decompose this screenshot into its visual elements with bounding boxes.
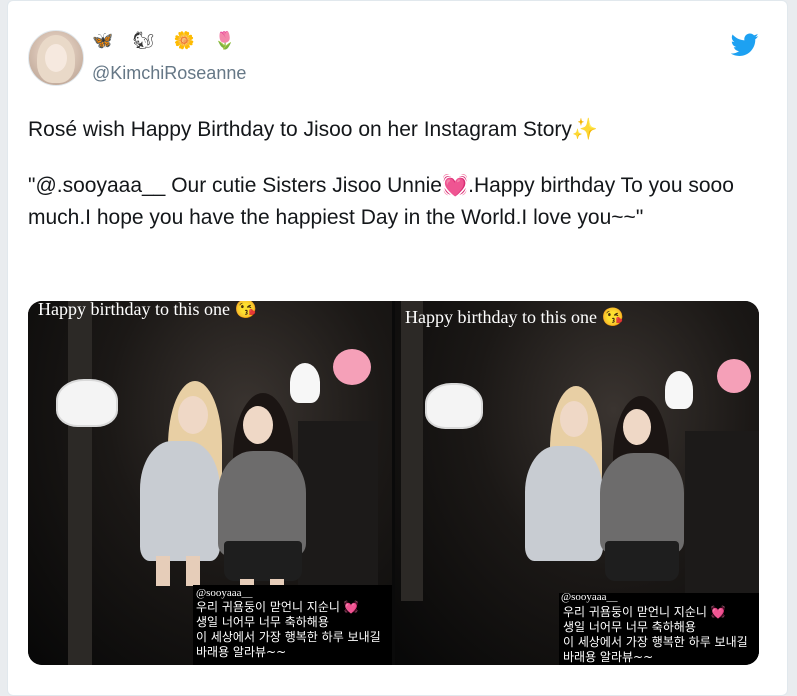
- equipment-case: [298, 421, 378, 601]
- tweet-line-1: Rosé wish Happy Birthday to Jisoo on her…: [28, 118, 599, 141]
- user-handle[interactable]: @KimchiRoseanne: [92, 63, 246, 84]
- tweet-media[interactable]: Happy birthday to this one 😘 @sooyaaa__ …: [28, 301, 759, 665]
- caption-line: 바래용 알라뷰~~: [563, 650, 654, 664]
- person-right-top: [600, 453, 684, 553]
- tweet-card: 🦋 🐿 🌼 🌷 @KimchiRoseanne Rosé wish Happy …: [7, 0, 788, 696]
- tweet-text: Rosé wish Happy Birthday to Jisoo on her…: [28, 114, 768, 258]
- person-left-leg: [156, 556, 170, 586]
- equipment-case: [685, 431, 759, 601]
- person-left-face: [560, 401, 588, 437]
- story-image-right[interactable]: Happy birthday to this one 😘 @sooyaaa__ …: [395, 301, 759, 665]
- story-image-left[interactable]: Happy birthday to this one 😘 @sooyaaa__ …: [28, 301, 392, 665]
- person-right-face: [623, 409, 651, 445]
- caption-line: 이 세상에서 가장 행복한 하루 보내길: [563, 635, 748, 649]
- ghost-sticker: [290, 363, 320, 403]
- display-name-emojis[interactable]: 🦋 🐿 🌼 🌷: [92, 31, 242, 51]
- cake-sticker: [56, 379, 118, 427]
- caption-line: 우리 귀욤둥이 맏언니 지순니 💓: [196, 600, 359, 614]
- story-title: Happy birthday to this one 😘: [38, 301, 257, 319]
- person-left-leg: [186, 556, 200, 586]
- person-right-skirt: [605, 541, 679, 581]
- ghost-sticker: [665, 371, 693, 409]
- story-title: Happy birthday to this one 😘: [405, 307, 624, 327]
- person-left-top: [525, 446, 603, 561]
- person-right-skirt: [224, 541, 302, 581]
- background-pillar: [68, 301, 92, 665]
- caption-line: 바래용 알라뷰~~: [196, 645, 287, 659]
- background-pillar: [401, 301, 423, 601]
- story-mention: @sooyaaa__: [561, 591, 618, 603]
- avatar-face: [45, 44, 67, 72]
- twitter-bird-icon[interactable]: [731, 33, 759, 57]
- avatar[interactable]: [28, 30, 84, 86]
- story-mention: @sooyaaa__: [196, 587, 253, 599]
- person-left-face: [178, 396, 208, 434]
- cake-sticker: [425, 383, 483, 429]
- caption-line: 생일 너어무 너무 축하해용: [196, 615, 329, 629]
- person-left-top: [140, 441, 220, 561]
- tweet-line-2: "@.sooyaaa__ Our cutie Sisters Jisoo Unn…: [28, 174, 734, 229]
- bunny-sticker: [333, 349, 371, 385]
- caption-line: 이 세상에서 가장 행복한 하루 보내길: [196, 630, 381, 644]
- caption-line: 생일 너어무 너무 축하해용: [563, 620, 696, 634]
- bunny-sticker: [717, 359, 751, 393]
- person-right-face: [243, 406, 273, 444]
- caption-line: 우리 귀욤둥이 맏언니 지순니 💓: [563, 605, 726, 619]
